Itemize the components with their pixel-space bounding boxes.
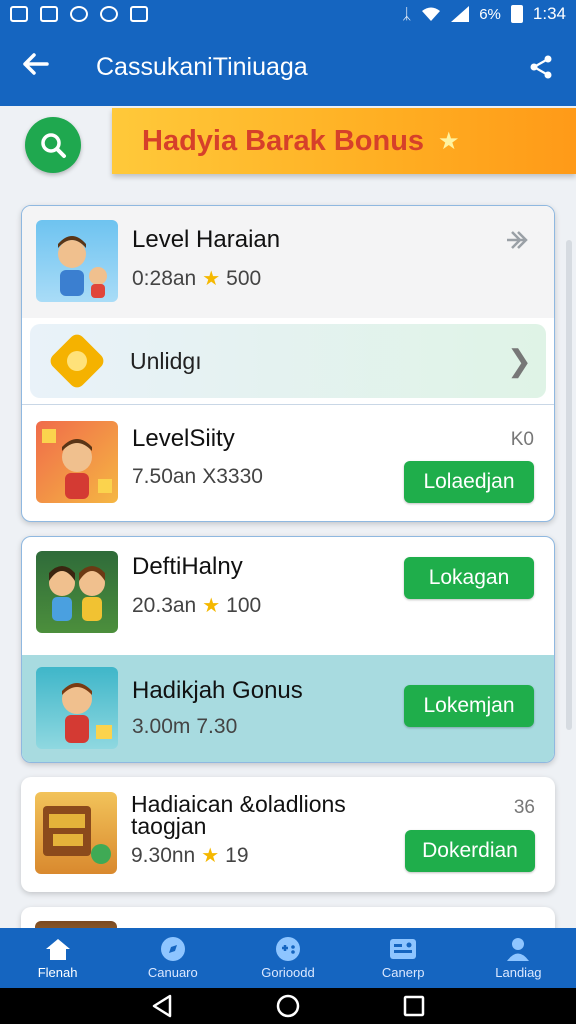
thumbnail-image (36, 421, 118, 503)
reward-card: Level Haraian 0:28an ★ 500 Unlidgı ❯ Lev… (21, 205, 555, 522)
back-button[interactable] (0, 52, 70, 82)
share-icon (530, 55, 552, 79)
nav-label: Canuaro (147, 965, 198, 980)
notification-app-icon (100, 6, 118, 22)
nav-calendar[interactable]: Canerp (346, 928, 461, 988)
search-icon (41, 133, 66, 158)
arrow-left-icon (23, 53, 49, 75)
bottom-navigation: Flenah Canuaro Gorioodd Canerp Landiag (0, 928, 576, 988)
back-triangle-icon[interactable] (151, 994, 173, 1018)
star-icon: ★ (201, 845, 220, 867)
gamepad-icon (274, 936, 302, 962)
scrollbar[interactable] (566, 240, 572, 730)
item-side-value: 36 (513, 797, 535, 818)
unlock-label: Unlidgı (130, 348, 202, 374)
item-title: Hadiaican &oladlions taogjan (131, 791, 346, 839)
home-icon (44, 936, 72, 962)
home-circle-icon[interactable] (276, 994, 300, 1018)
item-extra: 7.30 (196, 715, 238, 738)
item-time: 0:28an (132, 266, 197, 290)
item-title: LevelSiity (132, 425, 235, 452)
system-navigation-bar (0, 988, 576, 1024)
notification-app-icon (70, 6, 88, 22)
thumbnail-image (35, 792, 117, 874)
notification-app-icon (40, 6, 58, 22)
collect-button[interactable]: Lolaedjan (404, 461, 534, 503)
nav-games[interactable]: Gorioodd (230, 928, 345, 988)
item-title: Hadikjah Gonus (132, 677, 303, 704)
nav-home[interactable]: Flenah (0, 928, 115, 988)
reward-card[interactable]: Hadiaican &oladlions taogjan 9.30nn ★ 19… (21, 777, 555, 892)
thumbnail-image (36, 667, 118, 749)
item-title: Level Haraian (132, 226, 281, 253)
reward-card: DeftiHalny 20.3an ★ 100 Lokagan Hadikjah… (21, 536, 555, 763)
item-title: DeftiHalny (132, 553, 243, 580)
list-item[interactable]: LevelSiity 7.50an X3330 K0 Lolaedjan (22, 405, 554, 521)
star-icon: ★ (202, 268, 221, 290)
calendar-icon (389, 936, 417, 962)
unlock-row[interactable]: Unlidgı ❯ (30, 324, 546, 398)
item-time: 9.30nn (131, 843, 196, 867)
compass-icon (159, 936, 187, 962)
wifi-icon (422, 7, 441, 21)
nav-profile[interactable]: Landiag (461, 928, 576, 988)
recents-square-icon[interactable] (403, 995, 425, 1017)
battery-percent: 6% (479, 5, 501, 23)
notification-icons (10, 6, 148, 22)
item-points: 19 (225, 843, 249, 867)
notification-app-icon (130, 6, 148, 22)
battery-icon (510, 5, 523, 23)
chevron-right-icon: ❯ (506, 345, 532, 378)
status-bar: ᛣ 6% 1:34 (0, 0, 576, 28)
bluetooth-icon: ᛣ (402, 5, 412, 23)
star-icon: ★ (438, 127, 460, 155)
item-extra: X3330 (202, 465, 263, 488)
page-title: CassukaniTiniuaga (96, 52, 308, 81)
list-item[interactable]: Level Haraian 0:28an ★ 500 (22, 206, 554, 318)
notification-app-icon (10, 6, 28, 22)
share-button[interactable] (506, 54, 576, 80)
coin-icon (47, 331, 107, 391)
banner-title: Hadyia Barak Bonus (142, 124, 425, 157)
item-time: 20.3an (132, 593, 197, 617)
person-icon (504, 936, 532, 962)
collect-button[interactable]: Dokerdian (405, 830, 535, 872)
list-item[interactable]: DeftiHalny 20.3an ★ 100 Lokagan (22, 537, 554, 655)
nav-label: Flenah (37, 965, 78, 980)
thumbnail-image (36, 551, 118, 633)
item-time: 3.00m (132, 715, 191, 738)
search-button[interactable] (25, 117, 81, 173)
double-arrow-icon[interactable] (504, 228, 534, 252)
list-item-highlighted[interactable]: Hadikjah Gonus 3.00m 7.30 Lokemjan (22, 655, 554, 762)
nav-label: Landiag (495, 965, 542, 980)
clock: 1:34 (532, 4, 566, 23)
thumbnail-image (36, 220, 118, 302)
nav-label: Canerp (381, 965, 425, 980)
item-points: 500 (226, 266, 262, 290)
star-icon: ★ (202, 595, 221, 617)
nav-explore[interactable]: Canuaro (115, 928, 230, 988)
collect-button[interactable]: Lokemjan (404, 685, 534, 727)
item-side-value: K0 (510, 429, 534, 450)
collect-button[interactable]: Lokagan (404, 557, 534, 599)
bonus-banner[interactable]: Hadyia Barak Bonus ★ (112, 108, 576, 174)
app-bar: CassukaniTiniuaga (0, 28, 576, 106)
item-time: 7.50an (132, 465, 197, 488)
item-points: 100 (226, 593, 262, 617)
nav-label: Gorioodd (261, 965, 315, 980)
signal-icon (451, 6, 470, 22)
